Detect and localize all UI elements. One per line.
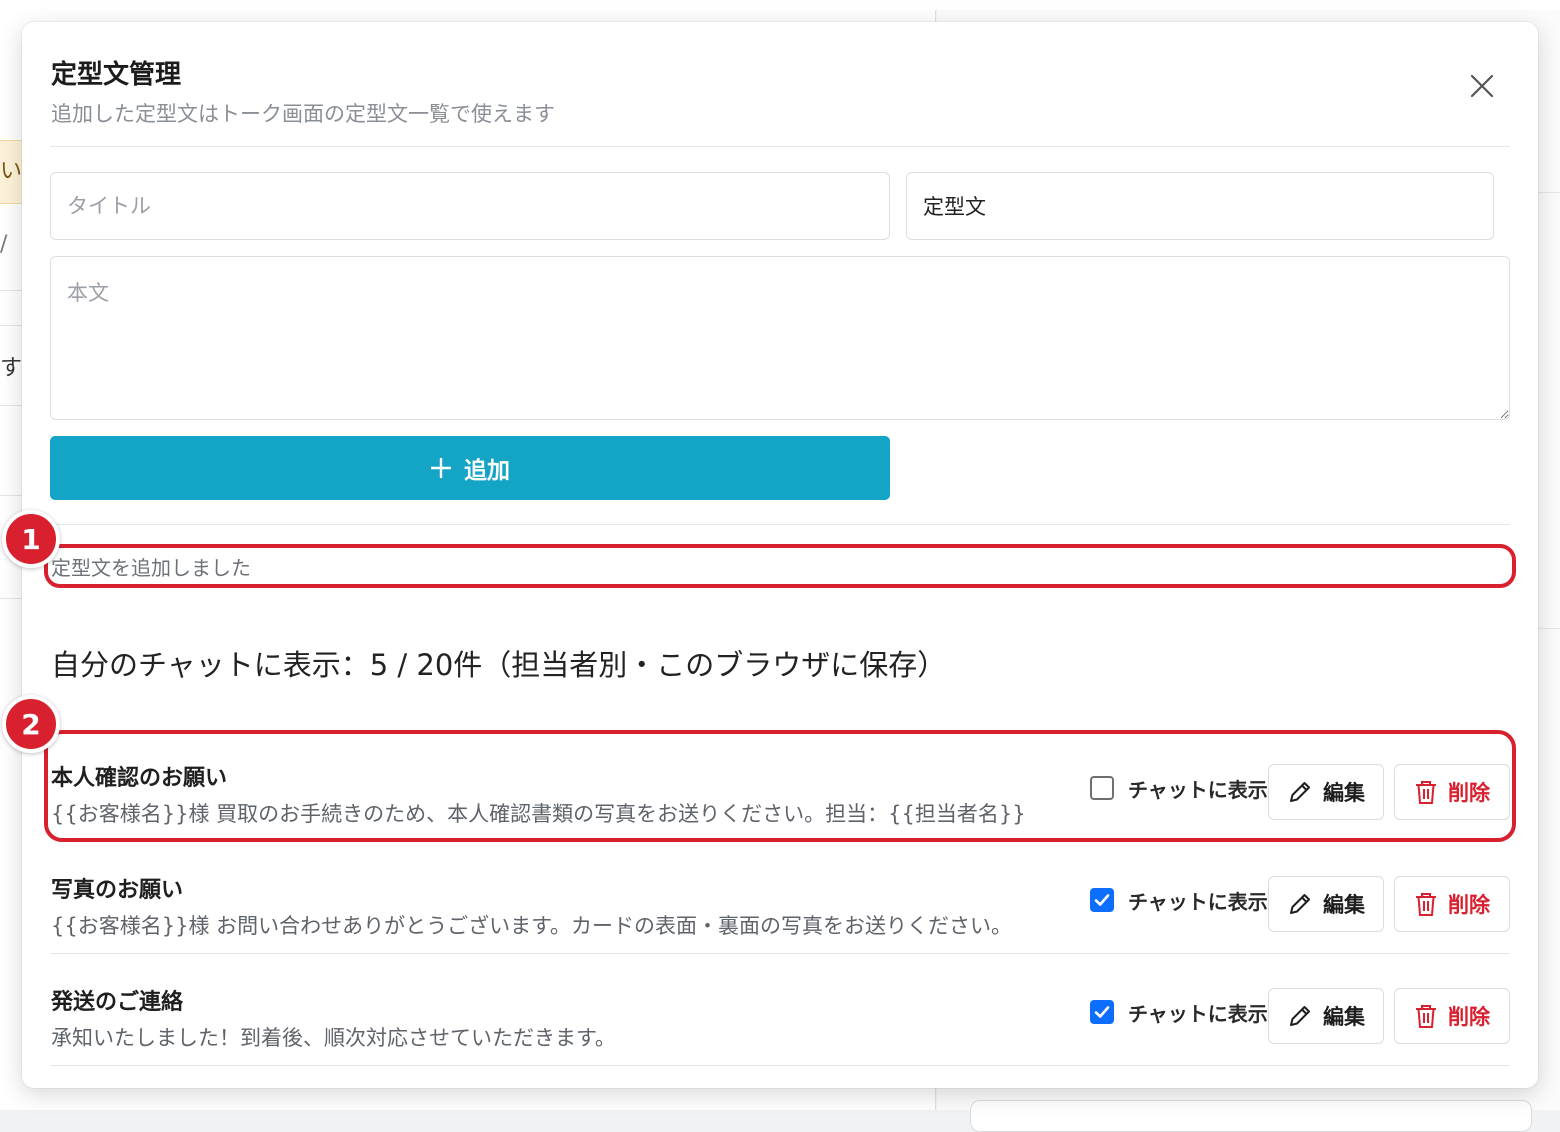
template-title: 本人確認のお願い (51, 766, 228, 791)
header-divider (50, 146, 1510, 147)
template-row: 本人確認のお願い {{お客様名}}様 買取のお手続きのため、本人確認書類の写真を… (50, 730, 1510, 842)
edit-button-label: 編集 (1323, 893, 1365, 917)
template-row: 発送のご連絡 承知いたしました！到着後、順次対応させていただきます。 チャットに… (50, 954, 1510, 1066)
title-input[interactable] (50, 172, 890, 240)
show-in-chat-toggle[interactable]: チャットに表示 (1090, 764, 1268, 812)
pencil-icon (1287, 1003, 1313, 1029)
edit-button[interactable]: 編集 (1268, 876, 1384, 932)
flash-message: 定型文を追加しました (51, 556, 251, 580)
pencil-icon (1287, 779, 1313, 805)
trash-icon (1414, 779, 1438, 805)
template-body: {{お客様名}}様 買取のお手続きのため、本人確認書類の写真をお送りください。担… (51, 802, 1026, 826)
add-button-label: 追加 (464, 458, 510, 484)
trash-icon (1414, 891, 1438, 917)
template-title: 写真のお願い (51, 878, 184, 903)
annotation-highlight-box (44, 544, 1516, 588)
modal-subtitle: 追加した定型文はトーク画面の定型文一覧で使えます (51, 102, 555, 126)
show-in-chat-checkbox[interactable] (1090, 1000, 1114, 1024)
edit-button-label: 編集 (1323, 781, 1365, 805)
show-in-chat-toggle[interactable]: チャットに表示 (1090, 988, 1268, 1036)
show-in-chat-toggle[interactable]: チャットに表示 (1090, 876, 1268, 924)
row-divider (50, 1065, 1510, 1066)
pencil-icon (1287, 891, 1313, 917)
background-text-fragment: / (0, 232, 8, 257)
delete-button-label: 削除 (1448, 1005, 1490, 1029)
edit-button[interactable]: 編集 (1268, 764, 1384, 820)
checkmark-icon (1094, 894, 1110, 906)
template-title: 発送のご連絡 (51, 990, 184, 1015)
modal-title: 定型文管理 (51, 60, 182, 90)
display-count: 自分のチャットに表示：5 / 20件（担当者別・このブラウザに保存） (51, 648, 947, 682)
trash-icon (1414, 1003, 1438, 1029)
plus-icon (430, 457, 452, 479)
delete-button-label: 削除 (1448, 781, 1490, 805)
add-button[interactable]: 追加 (50, 436, 890, 500)
close-button[interactable] (1462, 66, 1502, 106)
delete-button[interactable]: 削除 (1394, 764, 1510, 820)
background-input-box (970, 1100, 1532, 1132)
form-divider (50, 524, 1510, 525)
show-in-chat-checkbox[interactable] (1090, 776, 1114, 800)
show-in-chat-checkbox[interactable] (1090, 888, 1114, 912)
kind-input[interactable] (906, 172, 1494, 240)
annotation-badge: 2 (2, 695, 60, 753)
show-in-chat-label: チャットに表示 (1128, 889, 1268, 914)
delete-button[interactable]: 削除 (1394, 988, 1510, 1044)
show-in-chat-label: チャットに表示 (1128, 777, 1268, 802)
template-row: 写真のお願い {{お客様名}}様 お問い合わせありがとうございます。カードの表面… (50, 842, 1510, 954)
close-icon (1470, 74, 1494, 98)
edit-button[interactable]: 編集 (1268, 988, 1384, 1044)
edit-button-label: 編集 (1323, 1005, 1365, 1029)
template-body: {{お客様名}}様 お問い合わせありがとうございます。カードの表面・裏面の写真を… (51, 914, 1013, 938)
body-textarea[interactable] (50, 256, 1510, 420)
delete-button[interactable]: 削除 (1394, 876, 1510, 932)
checkmark-icon (1094, 1006, 1110, 1018)
delete-button-label: 削除 (1448, 893, 1490, 917)
show-in-chat-label: チャットに表示 (1128, 1001, 1268, 1026)
background-text-fragment: す (0, 356, 22, 381)
annotation-badge: 1 (2, 510, 60, 568)
template-body: 承知いたしました！到着後、順次対応させていただきます。 (51, 1026, 616, 1050)
template-management-modal: 定型文管理 追加した定型文はトーク画面の定型文一覧で使えます 追加 定型文を追加… (22, 22, 1538, 1088)
